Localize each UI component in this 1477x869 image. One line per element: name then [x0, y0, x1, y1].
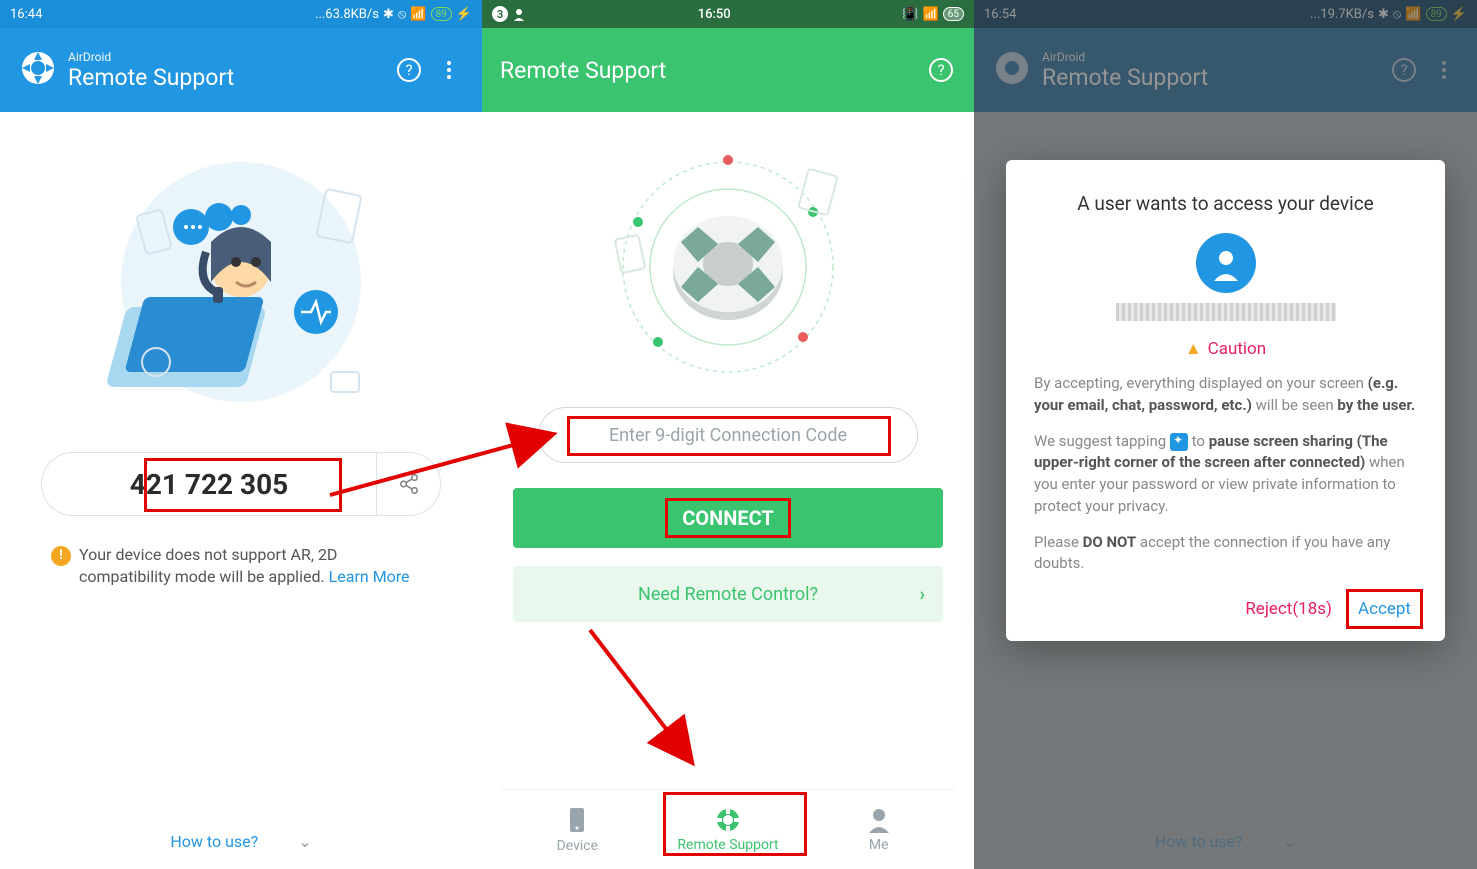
chevron-right-icon: ›: [920, 584, 925, 605]
how-to-use-link[interactable]: How to use?⌄: [0, 832, 482, 851]
main-content: 421 722 305 ! Your device does not suppo…: [0, 112, 482, 869]
screen-accept-dialog: 16:54 ...19.7KB/s ✱ ⦸ 📶 89 ⚡ AirDroid Re…: [974, 0, 1477, 869]
connect-button[interactable]: CONNECT: [513, 488, 943, 548]
status-time: 16:50: [698, 7, 731, 22]
dialog-paragraph-3: Please DO NOT accept the connection if y…: [1034, 532, 1417, 576]
help-icon[interactable]: ?: [394, 55, 424, 85]
status-bar: 16:44 ...63.8KB/s ✱ ⦸ 📶 89 ⚡: [0, 0, 482, 28]
tab-remote-support[interactable]: Remote Support: [653, 790, 804, 869]
help-icon[interactable]: ?: [926, 55, 956, 85]
notification-badge: 3: [492, 6, 508, 22]
app-bar: Remote Support ?: [482, 28, 974, 112]
tab-device[interactable]: Device: [502, 790, 653, 869]
status-net: ...63.8KB/s: [315, 7, 379, 22]
connection-code-pill: 421 722 305: [41, 452, 441, 516]
bluetooth-icon: ✱: [383, 7, 394, 22]
chevron-down-icon: ⌄: [298, 832, 311, 851]
lifebuoy-illustration: [603, 142, 853, 392]
app-bar: AirDroid Remote Support ?: [0, 28, 482, 112]
connection-code[interactable]: 421 722 305: [42, 468, 376, 501]
bottom-tab-bar: Device Remote Support Me: [502, 789, 954, 869]
svg-text:?: ?: [405, 61, 412, 79]
vibrate-icon: 📳: [902, 7, 918, 22]
screen-sender: 16:44 ...63.8KB/s ✱ ⦸ 📶 89 ⚡ AirDroid Re…: [0, 0, 482, 869]
input-placeholder: Enter 9-digit Connection Code: [609, 425, 847, 446]
app-title: Remote Support: [500, 57, 916, 84]
learn-more-link[interactable]: Learn More: [329, 567, 410, 586]
pause-share-icon: [1170, 433, 1188, 451]
screen-receiver: 3 16:50 📳 📶 65 Remote Support ?: [482, 0, 974, 869]
dialog-paragraph-1: By accepting, everything displayed on yo…: [1034, 373, 1417, 417]
app-logo-icon: [18, 48, 58, 92]
app-title: Remote Support: [68, 64, 384, 91]
tab-me[interactable]: Me: [803, 790, 954, 869]
person-icon: [512, 7, 526, 21]
ar-warning: ! Your device does not support AR, 2D co…: [51, 544, 431, 589]
battery-indicator: 65: [943, 7, 964, 21]
caution-label: ▲Caution: [1034, 339, 1417, 359]
wifi-icon: 📶: [410, 7, 426, 22]
support-illustration: [101, 142, 381, 422]
status-time: 16:44: [10, 7, 42, 22]
person-icon: [867, 807, 891, 833]
dialog-title: A user wants to access your device: [1034, 192, 1417, 215]
user-name-redacted: [1116, 303, 1336, 321]
need-remote-control-button[interactable]: Need Remote Control? ›: [513, 566, 943, 622]
lifebuoy-icon: [715, 807, 741, 833]
user-avatar-icon: [1196, 233, 1256, 293]
status-bar: 3 16:50 📳 📶 65: [482, 0, 974, 28]
overflow-menu-icon[interactable]: [434, 55, 464, 85]
caution-icon: ▲: [1185, 339, 1202, 359]
device-icon: [566, 806, 588, 834]
share-button[interactable]: [376, 453, 440, 515]
accept-button[interactable]: Accept: [1352, 595, 1417, 623]
main-content: Enter 9-digit Connection Code CONNECT Ne…: [482, 112, 974, 869]
reject-button[interactable]: Reject(18s): [1245, 599, 1332, 619]
access-request-dialog: A user wants to access your device ▲Caut…: [1006, 160, 1445, 641]
dnd-icon: ⦸: [398, 7, 406, 22]
warning-icon: !: [51, 546, 71, 566]
battery-indicator: 89: [431, 7, 452, 21]
connection-code-input[interactable]: Enter 9-digit Connection Code: [538, 407, 918, 463]
dialog-paragraph-2: We suggest tapping to pause screen shari…: [1034, 431, 1417, 518]
charge-icon: ⚡: [456, 7, 472, 22]
wifi-icon: 📶: [923, 7, 939, 22]
svg-text:?: ?: [937, 61, 944, 79]
warning-text: Your device does not support AR, 2D comp…: [79, 545, 337, 586]
app-subtitle: AirDroid: [68, 50, 384, 64]
